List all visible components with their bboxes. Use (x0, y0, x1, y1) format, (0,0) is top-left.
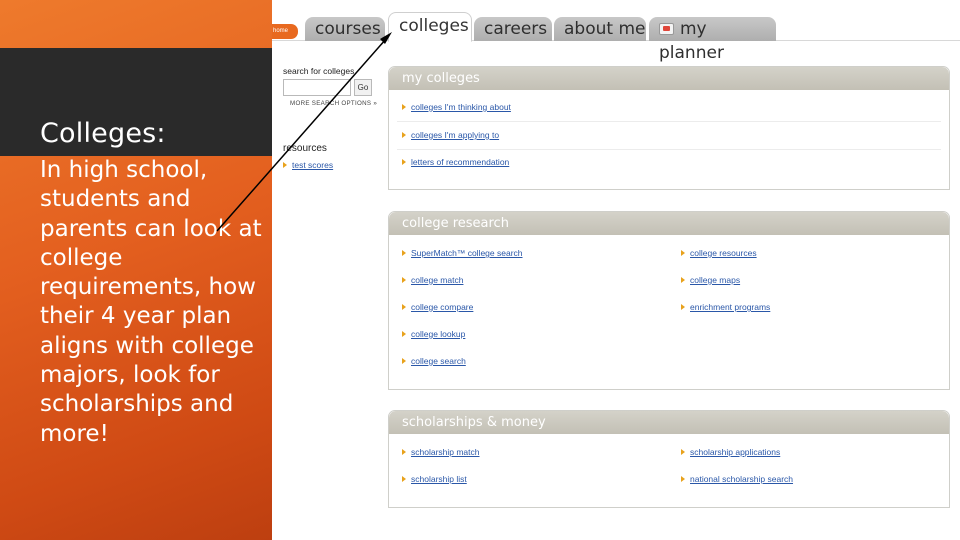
tab-about-me[interactable]: about me (554, 17, 646, 41)
link-label: enrichment programs (690, 302, 771, 312)
search-label: search for colleges (283, 66, 355, 76)
link-label: national scholarship search (690, 474, 794, 484)
college-lookup-link[interactable]: college lookup (402, 329, 465, 339)
enrichment-programs-link[interactable]: enrichment programs (681, 302, 770, 312)
link-label: college resources (690, 248, 757, 258)
bullet-arrow-icon (283, 162, 287, 168)
my-colleges-header: my colleges (389, 67, 949, 90)
college-compare-link[interactable]: college compare (402, 302, 473, 312)
link-label: college match (411, 275, 464, 285)
college-resources-link[interactable]: college resources (681, 248, 757, 258)
colleges-thinking-about-link[interactable]: colleges I'm thinking about (402, 102, 511, 112)
website-screenshot: home courses colleges careers about me m… (272, 0, 960, 540)
scholarships-header: scholarships & money (389, 411, 949, 434)
scholarships-panel: scholarships & money scholarship match s… (388, 410, 950, 508)
divider (397, 121, 941, 122)
supermatch-link[interactable]: SuperMatch™ college search (402, 248, 523, 258)
link-label: college lookup (411, 329, 466, 339)
scholarship-list-link[interactable]: scholarship list (402, 474, 467, 484)
link-label: college search (411, 356, 466, 366)
nav-tab-bar: home courses colleges careers about me m… (272, 0, 960, 63)
bullet-arrow-icon (402, 277, 406, 283)
slide-title: Colleges: (40, 118, 166, 149)
bullet-arrow-icon (402, 304, 406, 310)
tab-colleges[interactable]: colleges (388, 12, 472, 42)
my-colleges-panel: my colleges colleges I'm thinking about … (388, 66, 950, 190)
bullet-arrow-icon (681, 449, 685, 455)
bullet-arrow-icon (681, 250, 685, 256)
college-research-panel: college research SuperMatch™ college sea… (388, 211, 950, 390)
resources-heading: resources (283, 143, 327, 154)
bullet-arrow-icon (402, 476, 406, 482)
colleges-applying-to-link[interactable]: colleges I'm applying to (402, 130, 499, 140)
tab-home[interactable]: home (272, 24, 298, 39)
link-label: college compare (411, 302, 474, 312)
bullet-arrow-icon (402, 358, 406, 364)
tab-careers[interactable]: careers (474, 17, 552, 41)
bullet-arrow-icon (402, 104, 406, 110)
college-maps-link[interactable]: college maps (681, 275, 740, 285)
bullet-arrow-icon (402, 132, 406, 138)
bullet-arrow-icon (402, 331, 406, 337)
test-scores-label: test scores (292, 160, 334, 170)
link-label: colleges I'm thinking about (411, 102, 511, 112)
national-scholarship-search-link[interactable]: national scholarship search (681, 474, 793, 484)
college-research-header: college research (389, 212, 949, 235)
link-label: scholarship applications (690, 447, 781, 457)
bullet-arrow-icon (402, 449, 406, 455)
scholarship-applications-link[interactable]: scholarship applications (681, 447, 780, 457)
link-label: scholarship list (411, 474, 467, 484)
test-scores-link[interactable]: test scores (283, 160, 333, 170)
bullet-arrow-icon (681, 304, 685, 310)
slide-panel: Colleges: In high school, students and p… (0, 0, 272, 540)
college-search-link[interactable]: college search (402, 356, 466, 366)
bullet-arrow-icon (402, 159, 406, 165)
link-label: college maps (690, 275, 741, 285)
tab-courses[interactable]: courses (305, 17, 385, 41)
college-search-input[interactable] (283, 79, 351, 96)
slide-body-text: In high school, students and parents can… (40, 157, 262, 447)
link-label: SuperMatch™ college search (411, 248, 523, 258)
letters-of-recommendation-link[interactable]: letters of recommendation (402, 157, 509, 167)
go-button[interactable]: Go (354, 79, 372, 96)
bullet-arrow-icon (402, 250, 406, 256)
divider (397, 149, 941, 150)
bullet-arrow-icon (681, 277, 685, 283)
link-label: letters of recommendation (411, 157, 510, 167)
link-label: colleges I'm applying to (411, 130, 500, 140)
more-search-options-link[interactable]: MORE SEARCH OPTIONS » (290, 100, 377, 107)
link-label: scholarship match (411, 447, 480, 457)
scholarship-match-link[interactable]: scholarship match (402, 447, 480, 457)
bullet-arrow-icon (681, 476, 685, 482)
planner-icon (659, 23, 674, 35)
college-match-link[interactable]: college match (402, 275, 463, 285)
tab-my-planner[interactable]: my planner (649, 17, 776, 63)
